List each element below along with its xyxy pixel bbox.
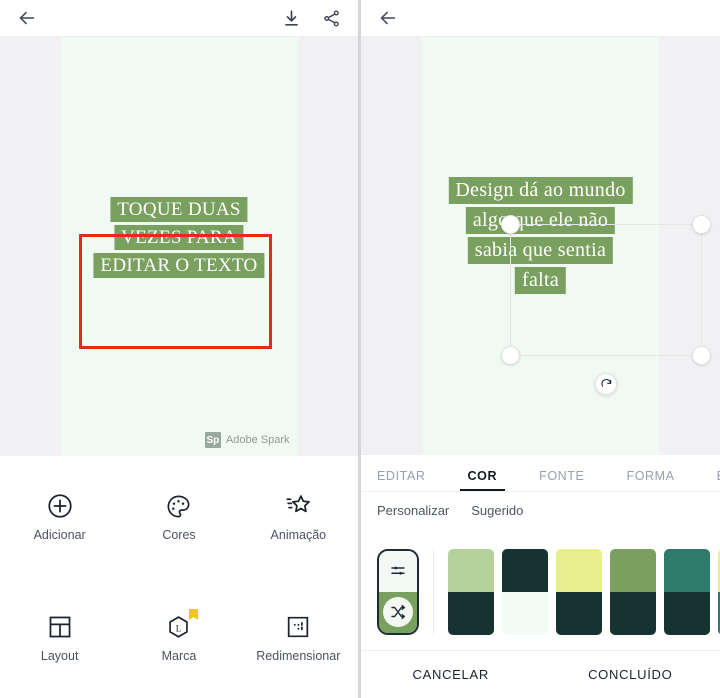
tool-label: Adicionar [33, 528, 86, 542]
rotate-icon[interactable] [595, 373, 617, 395]
shuffle-icon [383, 597, 413, 627]
canvas-text-line: VEZES PARA [114, 225, 244, 250]
color-swatch[interactable] [664, 548, 710, 635]
tab-fonte[interactable]: FONTE [539, 469, 584, 491]
subtab-personalizar[interactable]: Personalizar [377, 503, 449, 518]
color-swatch[interactable] [502, 548, 548, 635]
swatch-bottom-color [664, 591, 710, 635]
tab-editar[interactable]: EDITAR [377, 469, 426, 491]
swatch-top-color [610, 548, 656, 592]
tab-forma[interactable]: FORMA [626, 469, 674, 491]
tool-cores[interactable]: Cores [119, 491, 238, 542]
editor-footer: CANCELAR CONCLUÍDO [361, 650, 720, 698]
cancel-button[interactable]: CANCELAR [361, 651, 541, 698]
right-edit-panel: EDITAR COR FONTE FORMA EFEI Personalizar… [361, 455, 720, 698]
color-swatch[interactable] [610, 548, 656, 635]
tool-label: Animação [270, 528, 327, 542]
color-control-pill [377, 548, 419, 635]
tab-efeitos[interactable]: EFEI [717, 469, 720, 491]
left-topbar [0, 0, 358, 37]
tool-adicionar[interactable]: Adicionar [0, 491, 119, 542]
swatch-list [448, 548, 720, 635]
subtab-sugerido[interactable]: Sugerido [471, 503, 523, 518]
resize-handle-bottom-left[interactable] [501, 346, 520, 365]
download-icon[interactable] [278, 5, 304, 31]
swatch-divider [433, 548, 434, 635]
tool-marca[interactable]: L Marca [119, 609, 238, 663]
plus-circle-icon [45, 491, 75, 521]
dual-screen-container: TOQUE DUAS VEZES PARA EDITAR O TEXTO Sp … [0, 0, 720, 698]
swatch-bottom-color [610, 591, 656, 635]
sliders-icon [383, 556, 413, 586]
brand-hexagon-icon: L [164, 609, 198, 642]
right-canvas[interactable]: Design dá ao mundo algo que ele não sabi… [422, 37, 711, 455]
tool-label: Cores [162, 528, 196, 542]
resize-handle-top-right[interactable] [692, 215, 711, 234]
canvas-text-line: TOQUE DUAS [110, 197, 248, 222]
resize-handle-top-left[interactable] [501, 215, 520, 234]
resize-handle-bottom-right[interactable] [692, 346, 711, 365]
tool-layout[interactable]: Layout [0, 612, 119, 663]
left-screen: TOQUE DUAS VEZES PARA EDITAR O TEXTO Sp … [0, 0, 360, 698]
svg-text:L: L [176, 623, 182, 633]
swatch-bottom-color [556, 591, 602, 635]
spark-badge: Sp [204, 432, 221, 448]
back-arrow-icon[interactable] [375, 5, 401, 31]
back-arrow-icon[interactable] [14, 5, 40, 31]
adobe-spark-watermark: Sp Adobe Spark [204, 432, 290, 448]
swatch-bottom-color [502, 591, 548, 635]
right-stage: Design dá ao mundo algo que ele não sabi… [361, 37, 720, 455]
text-selection-frame [501, 215, 711, 395]
canvas-text-line: Design dá ao mundo [448, 177, 633, 204]
editor-tabs: EDITAR COR FONTE FORMA EFEI [361, 455, 720, 492]
left-tool-panel: Adicionar Cores Animação Layout L Marca … [0, 456, 358, 698]
left-canvas[interactable]: TOQUE DUAS VEZES PARA EDITAR O TEXTO Sp … [60, 37, 298, 456]
color-subtabs: Personalizar Sugerido [361, 492, 720, 527]
color-swatch-row [361, 527, 720, 650]
tool-redimensionar[interactable]: Redimensionar [239, 612, 358, 663]
swatch-bottom-color [448, 591, 494, 635]
resize-icon [283, 612, 313, 642]
color-swatch[interactable] [556, 548, 602, 635]
left-stage: TOQUE DUAS VEZES PARA EDITAR O TEXTO Sp … [0, 37, 358, 456]
color-swatch[interactable] [448, 548, 494, 635]
spark-label: Adobe Spark [225, 434, 290, 446]
grid-layout-icon [45, 612, 75, 642]
canvas-text-line: EDITAR O TEXTO [93, 253, 265, 278]
swatch-top-color [448, 548, 494, 592]
right-topbar [361, 0, 720, 37]
tab-cor[interactable]: COR [459, 469, 505, 491]
done-button[interactable]: CONCLUÍDO [541, 651, 720, 698]
swatch-top-color [502, 548, 548, 592]
right-screen: Design dá ao mundo algo que ele não sabi… [360, 0, 720, 698]
canvas-text-block[interactable]: TOQUE DUAS VEZES PARA EDITAR O TEXTO [93, 197, 265, 278]
swatch-top-color [664, 548, 710, 592]
tool-label: Redimensionar [256, 649, 341, 663]
tool-label: Layout [40, 649, 79, 663]
sliders-button[interactable] [379, 550, 417, 592]
tool-animacao[interactable]: Animação [239, 491, 358, 542]
shuffle-button[interactable] [379, 591, 417, 633]
tool-label: Marca [161, 649, 197, 663]
share-icon[interactable] [318, 5, 344, 31]
brand-badge-icon [188, 609, 198, 620]
swatch-top-color [556, 548, 602, 592]
star-sparkle-icon [283, 491, 313, 521]
palette-icon [164, 491, 194, 521]
